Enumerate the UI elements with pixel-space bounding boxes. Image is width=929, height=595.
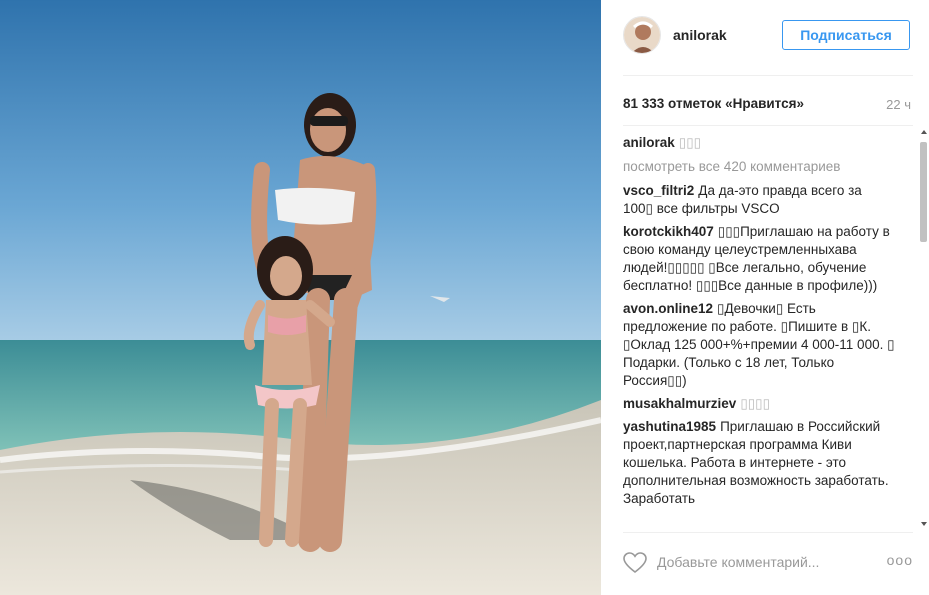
avatar[interactable] xyxy=(623,16,661,54)
beach-photo-image xyxy=(0,0,601,595)
comment-text: ▯▯▯▯ xyxy=(740,396,771,411)
comments-scrollbar[interactable] xyxy=(919,128,929,530)
comment-username[interactable]: korotckikh407 xyxy=(623,224,714,239)
comment-username[interactable]: yashutina1985 xyxy=(623,419,716,434)
likes-count[interactable]: 81 333 отметок «Нравится» xyxy=(623,96,804,111)
scroll-up-arrow-icon[interactable] xyxy=(921,130,927,134)
comment-username[interactable]: avon.online12 xyxy=(623,301,713,316)
comment-username[interactable]: vsco_filtri2 xyxy=(623,183,694,198)
scrollbar-thumb[interactable] xyxy=(920,142,927,242)
follow-button[interactable]: Подписаться xyxy=(782,20,910,50)
heart-outline-icon[interactable] xyxy=(623,552,647,579)
post-photo[interactable] xyxy=(0,0,601,595)
footer-divider xyxy=(623,532,913,533)
comment-item: musakhalmurziev ▯▯▯▯ xyxy=(623,395,895,413)
comment-item: avon.online12 ▯Девочки▯ Есть предложение … xyxy=(623,300,895,390)
likes-divider xyxy=(623,125,913,126)
comment-item: korotckikh407 ▯▯▯Приглашаю на работу в св… xyxy=(623,223,895,295)
view-all-comments-link[interactable]: посмотреть все 420 комментариев xyxy=(623,158,895,176)
caption: anilorak ▯▯▯ xyxy=(623,134,895,152)
comment-username[interactable]: anilorak xyxy=(623,135,675,150)
post-side-panel: anilorak Подписаться 81 333 отметок «Нра… xyxy=(601,0,929,595)
comment-text: ▯▯▯ xyxy=(678,135,702,150)
scroll-down-arrow-icon[interactable] xyxy=(921,522,927,526)
more-options-button[interactable]: ooo xyxy=(887,552,913,568)
post-header: anilorak Подписаться xyxy=(623,14,913,58)
comment-username[interactable]: musakhalmurziev xyxy=(623,396,736,411)
post-author-username[interactable]: anilorak xyxy=(673,27,727,43)
comment-item: vsco_filtri2 Да да-это правда всего за 10… xyxy=(623,182,895,218)
comments-list[interactable]: anilorak ▯▯▯ посмотреть все 420 комментар… xyxy=(623,134,895,530)
header-divider xyxy=(623,75,913,76)
comment-item: yashutina1985 Приглашаю в Российский прое… xyxy=(623,418,895,508)
add-comment-input[interactable]: Добавьте комментарий... xyxy=(657,554,819,570)
post-timestamp[interactable]: 22 ч xyxy=(886,97,911,112)
post-footer: Добавьте комментарий... ooo xyxy=(623,542,913,586)
